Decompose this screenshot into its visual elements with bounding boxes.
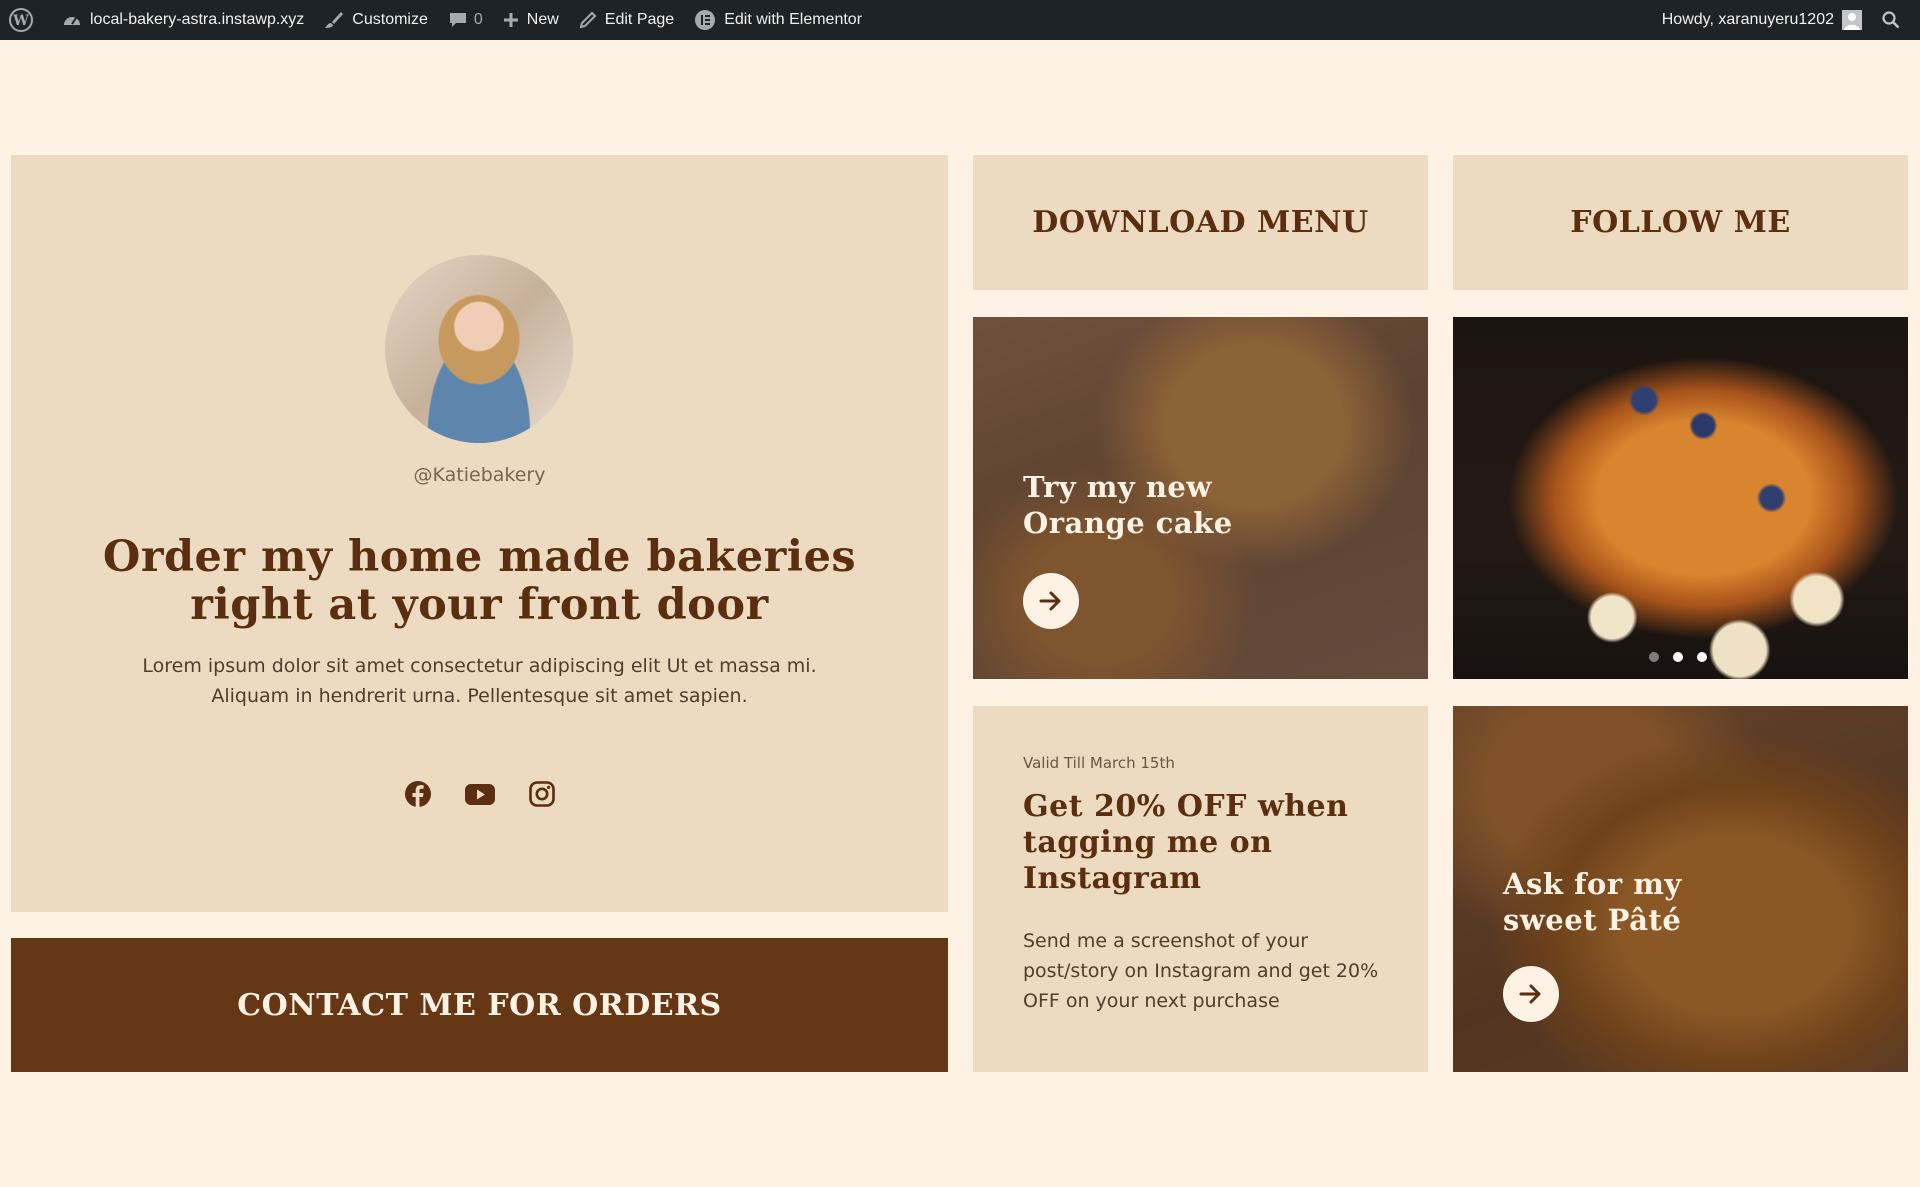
site-name-link[interactable]: local-bakery-astra.instawp.xyz [52, 0, 314, 40]
comment-icon [449, 13, 466, 27]
profile-title: Order my home made bakeries right at you… [102, 532, 857, 630]
social-links [11, 780, 948, 808]
facebook-icon[interactable] [404, 780, 432, 808]
orange-cake-title: Try my new Orange cake [1023, 469, 1233, 541]
sweet-pate-title: Ask for my sweet Pâté [1503, 866, 1682, 938]
wp-admin-bar: W local-bakery-astra.instawp.xyz Customi… [0, 0, 1920, 40]
carousel-dot-1[interactable] [1649, 652, 1659, 662]
youtube-icon[interactable] [464, 780, 496, 808]
profile-description: Lorem ipsum dolor sit amet consectetur a… [142, 655, 817, 707]
promo-validity: Valid Till March 15th [1023, 754, 1175, 772]
edit-page-label: Edit Page [604, 11, 675, 28]
admin-search-button[interactable] [1872, 0, 1920, 40]
search-icon [1882, 11, 1900, 29]
edit-page-link[interactable]: Edit Page [569, 0, 684, 40]
pencil-icon [579, 11, 597, 29]
elementor-icon [695, 10, 716, 30]
edit-with-elementor-label: Edit with Elementor [724, 11, 863, 28]
edit-with-elementor-link[interactable]: Edit with Elementor [684, 0, 872, 40]
plus-icon [503, 13, 518, 27]
download-menu-button[interactable]: DOWNLOAD MENU [973, 155, 1428, 290]
my-account-link[interactable]: Howdy, xaranuyeru1202 [1652, 0, 1872, 40]
howdy-label: Howdy, xaranuyeru1202 [1661, 11, 1834, 28]
new-link[interactable]: New [493, 0, 569, 40]
orange-cake-arrow-button[interactable] [1023, 573, 1079, 629]
image-carousel[interactable] [1453, 317, 1908, 679]
sweet-pate-title-line1: Ask for my [1503, 867, 1682, 901]
customize-label: Customize [352, 11, 428, 28]
promo-description: Send me a screenshot of your post/story … [1023, 930, 1379, 1012]
sweet-pate-arrow-button[interactable] [1503, 966, 1559, 1022]
customize-link[interactable]: Customize [314, 0, 438, 40]
profile-card: @Katiebakery Order my home made bakeries… [11, 155, 948, 912]
profile-avatar [385, 255, 573, 443]
orange-cake-title-line1: Try my new [1023, 470, 1212, 504]
arrow-right-icon [1519, 984, 1541, 1004]
site-name-label: local-bakery-astra.instawp.xyz [90, 11, 305, 28]
comments-link[interactable]: 0 [438, 0, 493, 40]
sweet-pate-title-line2: sweet Pâté [1503, 903, 1682, 937]
wordpress-logo-icon[interactable]: W [0, 0, 52, 40]
svg-text:W: W [12, 13, 29, 29]
sweet-pate-card: Ask for my sweet Pâté [1453, 706, 1908, 1072]
brush-icon [325, 12, 344, 28]
instagram-icon[interactable] [528, 780, 556, 808]
contact-orders-button[interactable]: CONTACT ME FOR ORDERS [11, 938, 948, 1072]
profile-handle: @Katiebakery [413, 464, 546, 486]
orange-cake-title-line2: Orange cake [1023, 506, 1233, 540]
dashboard-icon [64, 17, 80, 25]
instagram-promo-card: Valid Till March 15th Get 20% OFF when t… [973, 706, 1428, 1072]
carousel-dot-3[interactable] [1697, 652, 1707, 662]
promo-title: Get 20% OFF when tagging me on Instagram [1023, 789, 1349, 896]
new-label: New [526, 11, 559, 28]
follow-me-button[interactable]: FOLLOW ME [1453, 155, 1908, 290]
comments-count: 0 [473, 11, 483, 28]
carousel-dots [1649, 652, 1707, 662]
user-avatar-icon [1842, 10, 1862, 30]
arrow-right-icon [1039, 591, 1061, 611]
carousel-dot-2[interactable] [1673, 652, 1683, 662]
orange-cake-card: Try my new Orange cake [973, 317, 1428, 679]
